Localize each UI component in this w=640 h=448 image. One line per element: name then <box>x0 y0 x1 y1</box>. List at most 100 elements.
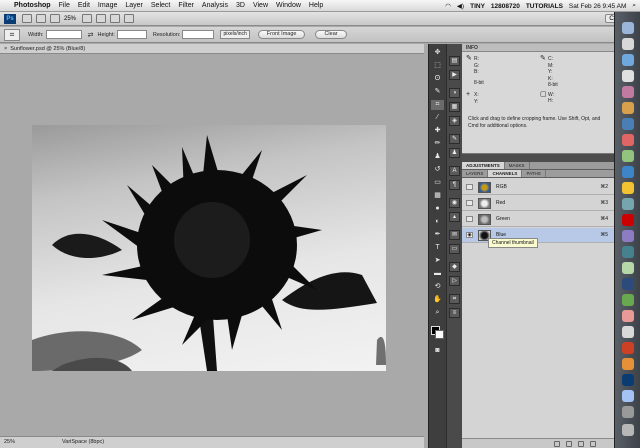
gradient-tool-icon[interactable]: ▦ <box>431 191 444 201</box>
move-tool-icon[interactable]: ✥ <box>431 48 444 58</box>
tab-layers[interactable]: LAYERS <box>462 170 489 177</box>
swap-icon[interactable]: ⇄ <box>88 31 94 39</box>
extras-icon[interactable] <box>50 14 60 23</box>
visibility-toggle[interactable] <box>466 216 473 222</box>
status-info[interactable]: VariSpace (8bpc) <box>62 437 104 448</box>
screen-mode-icon[interactable] <box>124 14 135 23</box>
status-tutorials[interactable]: TUTORIALS <box>526 3 563 10</box>
photoshop-dock-icon[interactable] <box>622 374 634 386</box>
eyedropper-tool-icon[interactable]: ⁄ <box>431 113 444 123</box>
notes-icon[interactable] <box>622 182 634 194</box>
channel-thumbnail[interactable] <box>478 182 491 193</box>
brushes-panel-icon[interactable]: ✎ <box>449 134 460 144</box>
pen-tool-icon[interactable]: ✒ <box>431 230 444 240</box>
crop-tool-icon[interactable]: ⌗ <box>431 100 444 110</box>
channel-row-red[interactable]: Red ⌘3 <box>462 196 614 211</box>
height-field[interactable] <box>116 30 147 39</box>
paragraph-panel-icon[interactable]: ¶ <box>449 180 460 190</box>
units-select[interactable]: pixels/inch <box>220 30 250 39</box>
load-selection-icon[interactable] <box>554 441 560 447</box>
menu-filter[interactable]: Filter <box>178 2 194 9</box>
menu-edit[interactable]: Edit <box>78 2 90 9</box>
iphoto-icon[interactable] <box>622 198 634 210</box>
info-panel-title[interactable]: INFO <box>462 44 614 52</box>
sunflower-image[interactable] <box>32 125 386 371</box>
app-icon-purple[interactable] <box>622 230 634 242</box>
app-icon-pink[interactable] <box>622 310 634 322</box>
dodge-tool-icon[interactable]: ◐ <box>431 217 444 227</box>
app-store-icon[interactable] <box>622 166 634 178</box>
zoom-select[interactable]: 25% <box>64 16 76 22</box>
status-tiny[interactable]: TINY <box>470 3 485 10</box>
type-tool-icon[interactable]: T <box>431 243 444 253</box>
tab-adjustments[interactable]: ADJUSTMENTS <box>462 162 505 169</box>
app-icon-lightblue[interactable] <box>622 390 634 402</box>
width-field[interactable] <box>45 30 82 39</box>
quick-select-tool-icon[interactable]: ✎ <box>431 87 444 97</box>
wifi-icon[interactable]: ◠ <box>445 2 451 10</box>
save-selection-icon[interactable] <box>566 441 572 447</box>
arrange-documents-icon[interactable] <box>110 14 121 23</box>
menu-3d[interactable]: 3D <box>236 2 245 9</box>
history-panel-icon[interactable]: ▤ <box>449 56 460 66</box>
quick-mask-icon[interactable]: ◙ <box>431 346 444 356</box>
swatches-panel-icon[interactable]: ▦ <box>449 102 460 112</box>
delete-channel-icon[interactable] <box>590 441 596 447</box>
animation-panel-icon[interactable]: ▷ <box>449 276 460 286</box>
document-tab[interactable]: × Sunflower.psd @ 25% (Blue/8) <box>0 44 424 54</box>
3d-panel-icon[interactable]: ◆ <box>449 262 460 272</box>
visibility-eye-icon[interactable]: ◉ <box>466 232 473 238</box>
volume-icon[interactable]: ◀) <box>457 2 464 10</box>
visibility-toggle[interactable] <box>466 200 473 206</box>
tool-presets-panel-icon[interactable]: ⌗ <box>449 294 460 304</box>
preview-icon[interactable] <box>622 102 634 114</box>
menu-select[interactable]: Select <box>151 2 170 9</box>
itunes-icon[interactable] <box>622 86 634 98</box>
clone-source-panel-icon[interactable]: ♟ <box>449 148 460 158</box>
hand-tool-icon[interactable] <box>82 14 93 23</box>
safari-icon[interactable] <box>622 70 634 82</box>
trash-icon[interactable] <box>622 424 634 436</box>
visibility-toggle[interactable] <box>466 184 473 190</box>
tab-masks[interactable]: MASKS <box>505 162 530 169</box>
history-brush-tool-icon[interactable]: ↺ <box>431 165 444 175</box>
app-icon-teal[interactable] <box>622 246 634 258</box>
mail-icon[interactable] <box>622 54 634 66</box>
channel-row-rgb[interactable]: RGB ⌘2 <box>462 180 614 195</box>
zoom-tool-icon[interactable] <box>96 14 107 23</box>
status-number[interactable]: 12808720 <box>491 3 520 10</box>
3d-rotate-tool-icon[interactable]: ⟲ <box>431 282 444 292</box>
channel-thumbnail[interactable] <box>478 214 491 225</box>
channel-thumbnail[interactable] <box>478 198 491 209</box>
app-icon-orange[interactable] <box>622 342 634 354</box>
histogram-panel-icon[interactable]: ▴ <box>449 212 460 222</box>
status-zoom[interactable]: 25% <box>4 437 15 448</box>
path-select-tool-icon[interactable]: ➤ <box>431 256 444 266</box>
actions-panel-icon[interactable]: ▶ <box>449 70 460 80</box>
bridge-icon[interactable] <box>22 14 32 23</box>
menu-image[interactable]: Image <box>98 2 117 9</box>
measurement-panel-icon[interactable]: ▭ <box>449 244 460 254</box>
menu-window[interactable]: Window <box>276 2 301 9</box>
notes-panel-icon[interactable]: ✉ <box>449 230 460 240</box>
close-document-icon[interactable]: × <box>4 46 7 52</box>
zoom-tool-icon[interactable]: ⌕ <box>431 308 444 318</box>
eraser-tool-icon[interactable]: ▭ <box>431 178 444 188</box>
app-icon-green[interactable] <box>622 262 634 274</box>
calendar-icon[interactable] <box>622 134 634 146</box>
front-image-button[interactable]: Front Image <box>257 30 306 39</box>
dashboard-icon[interactable] <box>622 38 634 50</box>
channel-row-green[interactable]: Green ⌘4 <box>462 212 614 227</box>
minibridge-icon[interactable] <box>36 14 46 23</box>
tab-channels[interactable]: CHANNELS <box>488 170 523 177</box>
menu-view[interactable]: View <box>253 2 268 9</box>
styles-panel-icon[interactable]: ◈ <box>449 116 460 126</box>
spotlight-icon[interactable]: ⌕ <box>632 2 636 10</box>
hand-tool-icon[interactable]: ✋ <box>431 295 444 305</box>
marquee-tool-icon[interactable]: ⬚ <box>431 61 444 71</box>
background-color-swatch[interactable] <box>435 330 444 339</box>
downloads-stack-icon[interactable] <box>622 406 634 418</box>
shape-tool-icon[interactable]: ▬ <box>431 269 444 279</box>
lasso-tool-icon[interactable]: ʘ <box>431 74 444 84</box>
healing-tool-icon[interactable]: ✚ <box>431 126 444 136</box>
